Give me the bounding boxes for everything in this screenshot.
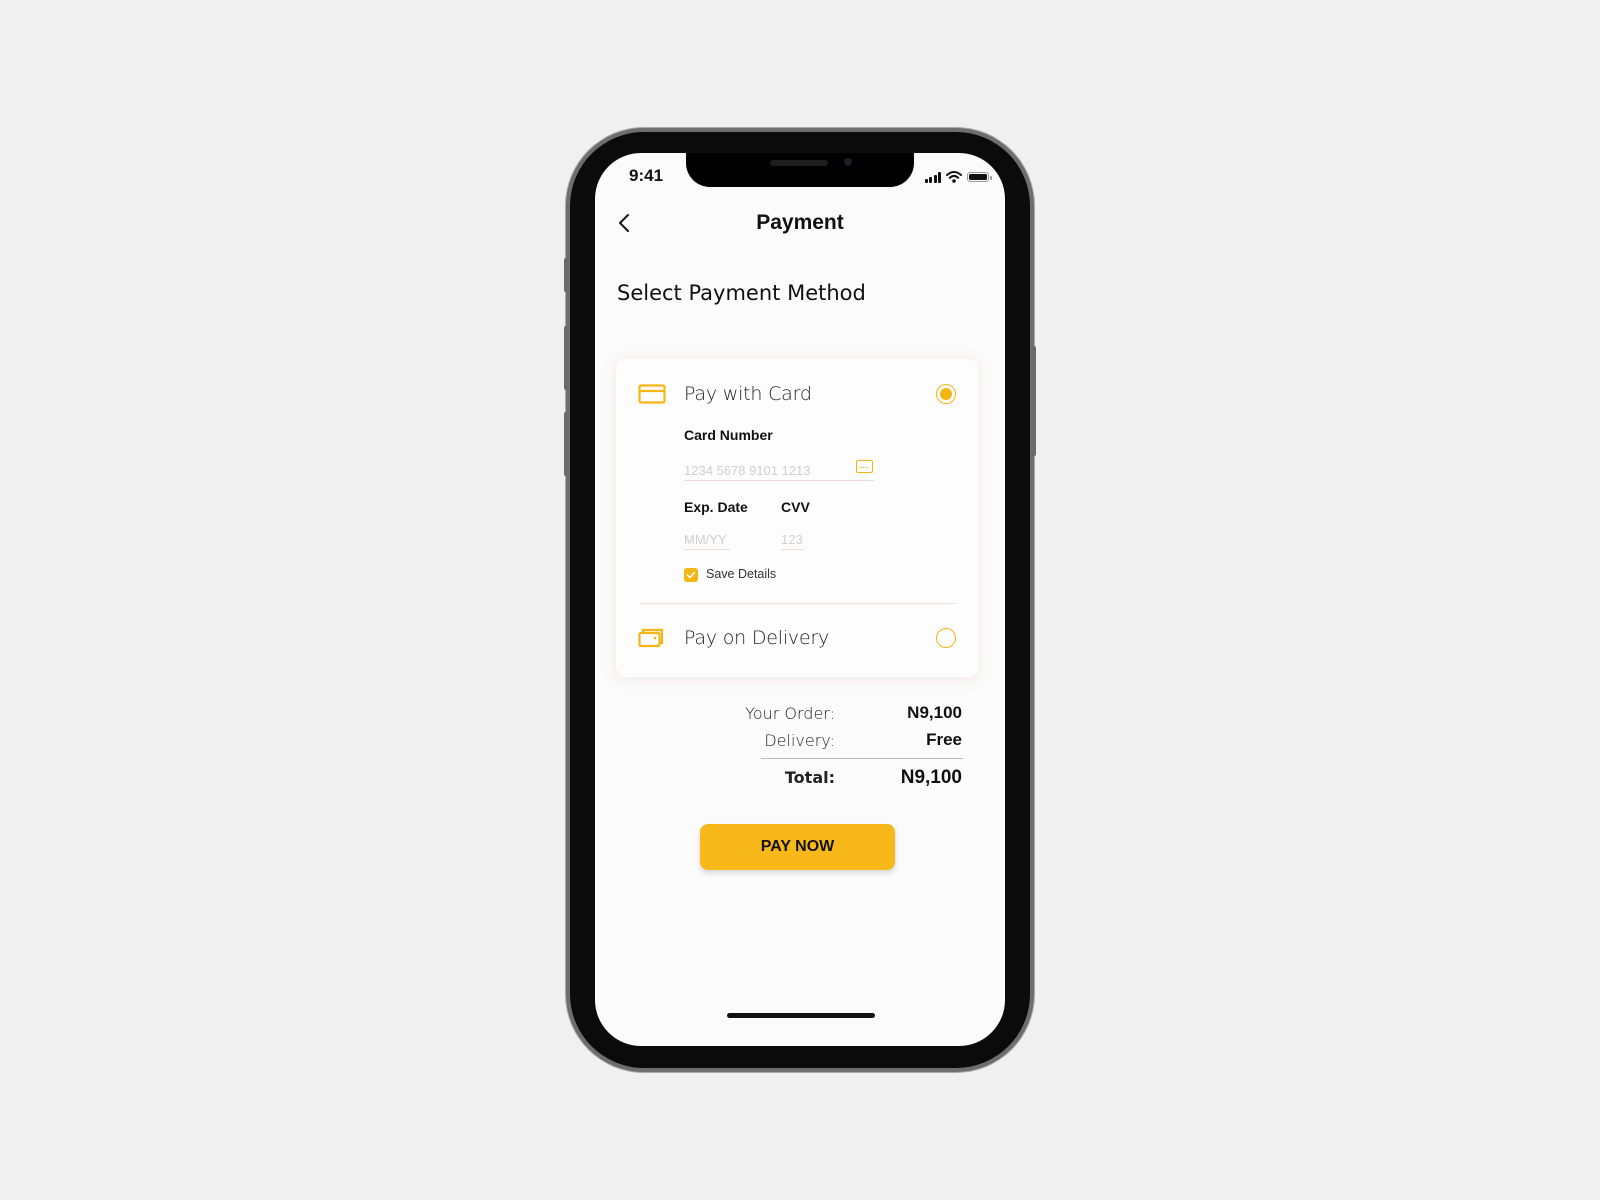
home-indicator[interactable]	[727, 1013, 875, 1018]
volume-up-button	[564, 326, 568, 390]
total-value: N9,100	[900, 767, 962, 788]
credit-card-icon	[638, 384, 666, 404]
status-time: 9:41	[629, 166, 664, 185]
card-number-label: Card Number	[684, 427, 773, 443]
radio-unselected[interactable]	[936, 628, 956, 648]
card-scan-icon[interactable]	[856, 460, 873, 473]
delivery-value: Free	[926, 730, 962, 749]
exp-date-input[interactable]	[684, 532, 730, 550]
delivery-label: Delivery:	[764, 731, 835, 750]
cvv-input[interactable]	[781, 532, 804, 550]
speaker	[770, 160, 828, 166]
options-divider	[640, 603, 956, 604]
order-value: N9,100	[907, 703, 962, 722]
signal-icon	[924, 171, 941, 183]
wifi-icon	[946, 171, 962, 183]
power-button	[1032, 346, 1036, 456]
cvv-label: CVV	[781, 499, 810, 515]
save-details-label: Save Details	[706, 567, 777, 581]
order-label: Your Order:	[745, 704, 835, 723]
silent-switch	[564, 258, 568, 292]
exp-date-label: Exp. Date	[684, 499, 748, 515]
battery-icon	[967, 172, 992, 182]
wallet-icon	[638, 628, 664, 648]
option-pay-with-card[interactable]: Pay with Card	[616, 376, 978, 412]
option-pay-on-delivery[interactable]: Pay on Delivery	[616, 620, 978, 656]
save-details-checkbox[interactable]	[684, 568, 698, 582]
summary-divider	[761, 758, 963, 759]
page-title: Payment	[756, 211, 844, 234]
notch	[686, 153, 914, 187]
section-title: Select Payment Method	[617, 281, 866, 305]
checkmark-icon	[686, 571, 696, 579]
pay-now-button[interactable]: PAY NOW	[700, 824, 895, 870]
status-icons	[924, 171, 992, 183]
radio-selected[interactable]	[936, 384, 956, 404]
card-number-input[interactable]	[684, 463, 874, 481]
front-camera	[844, 158, 852, 166]
payment-methods-card: Pay with Card Card Number Exp. Date CVV …	[616, 359, 978, 677]
total-label: Total:	[784, 768, 835, 787]
screen: 9:41 Payment Select Payment Method Pay w…	[595, 153, 1005, 1046]
option-label: Pay on Delivery	[684, 627, 830, 649]
volume-down-button	[564, 412, 568, 476]
option-label: Pay with Card	[684, 383, 812, 405]
